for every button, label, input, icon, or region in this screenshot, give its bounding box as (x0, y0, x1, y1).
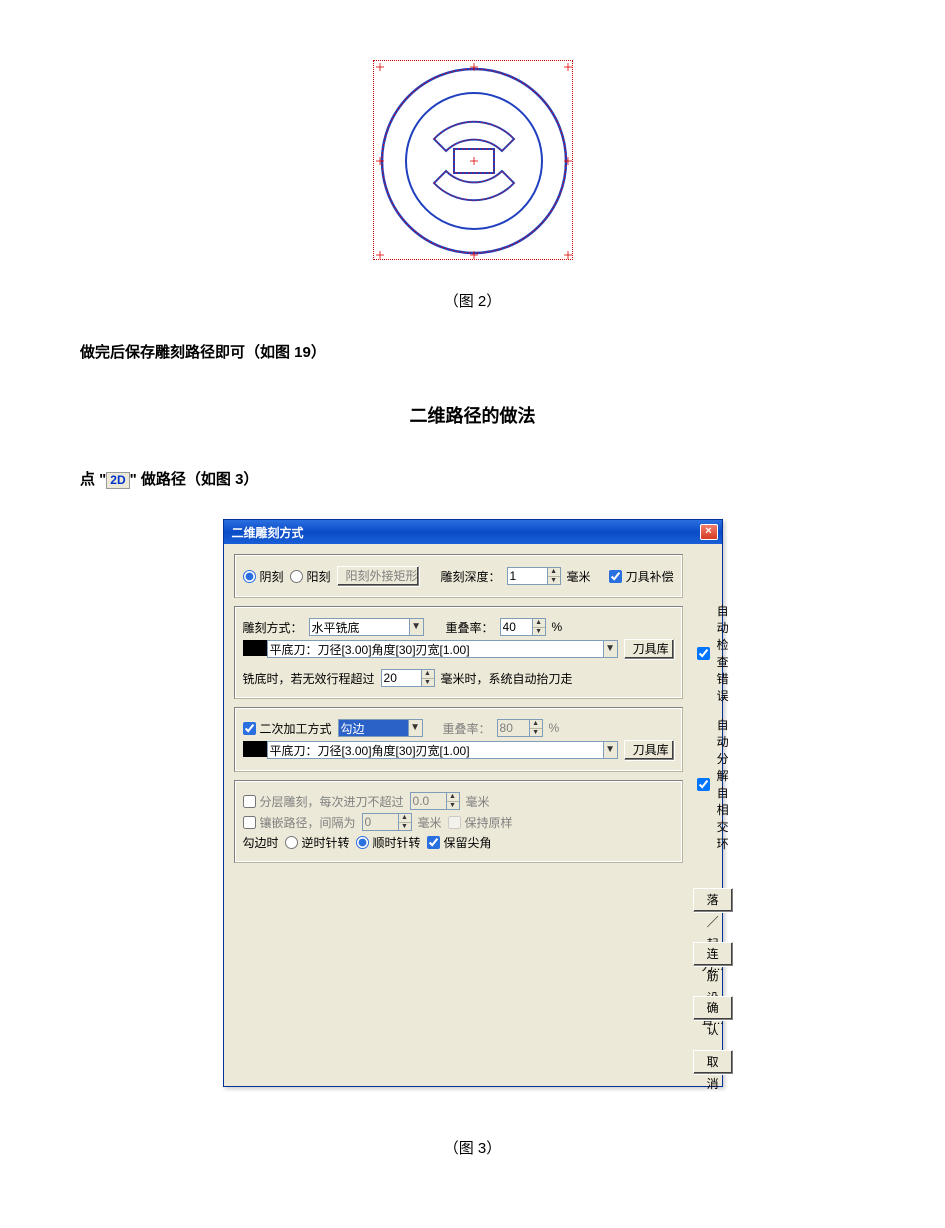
heading-2d-path: 二维路径的做法 (80, 402, 865, 428)
checkbox-layer-engrave[interactable]: 分层雕刻，每次进刀不超过 (243, 793, 404, 810)
checkbox-inlay-path[interactable]: 镶嵌路径，间隔为 (243, 814, 356, 831)
group-secondary: 二次加工方式 ▼ 重叠率： ▲▼ (234, 707, 683, 772)
chevron-down-icon[interactable]: ▼ (548, 577, 560, 585)
radio-ccw[interactable]: 逆时针转 (285, 834, 350, 851)
btn-drop-raise-tool[interactable]: 落／起刀... (693, 888, 733, 912)
btn-yangke-bounding-rect: 阳刻外接矩形 (337, 566, 419, 586)
group-options: 分层雕刻，每次进刀不超过 ▲▼ 毫米 镶嵌路径，间隔为 (234, 780, 683, 863)
chevron-down-icon[interactable]: ▼ (603, 640, 618, 658)
label-outline-direction: 勾边时 (243, 834, 279, 851)
group-carve-type: 阴刻 阳刻 阳刻外接矩形 雕刻深度： ▲▼ (234, 554, 683, 598)
input-layer-depth: ▲▼ (410, 792, 460, 810)
chevron-down-icon: ▼ (530, 729, 542, 737)
text-suffix: " 做路径（如图 3） (130, 471, 259, 488)
chevron-down-icon[interactable]: ▼ (422, 679, 434, 687)
label-engrave-depth: 雕刻深度： (441, 568, 501, 585)
chevron-down-icon: ▼ (447, 802, 459, 810)
select-engrave-method[interactable]: ▼ (309, 618, 424, 636)
btn-ok[interactable]: 确认 (693, 996, 733, 1020)
label-overlap-secondary: 重叠率： (443, 720, 491, 737)
paragraph-save-path: 做完后保存雕刻路径即可（如图 19） (80, 341, 865, 362)
label-milling-mid: 毫米时，系统自动抬刀走 (441, 670, 573, 687)
select-tool-secondary[interactable]: ▼ (243, 741, 618, 759)
btn-lianjin-settings[interactable]: 连筋设置... (693, 942, 733, 966)
2d-engraving-dialog: 二维雕刻方式 × 阴刻 阳刻 阳刻外接矩形 (223, 519, 723, 1087)
chevron-up-icon[interactable]: ▲ (548, 568, 560, 577)
checkbox-tool-compensation[interactable]: 刀具补偿 (609, 568, 674, 585)
input-overlap-secondary: ▲▼ (497, 719, 543, 737)
input-overlap-rate[interactable]: ▲▼ (500, 618, 546, 636)
checkbox-keep-corner[interactable]: 保留尖角 (427, 834, 492, 851)
close-icon[interactable]: × (700, 524, 718, 540)
figure-2-caption: （图 2） (80, 290, 865, 311)
chevron-up-icon: ▲ (447, 793, 459, 802)
checkbox-auto-check-errors[interactable]: 自动检查错误 (693, 602, 733, 704)
btn-tool-library-primary[interactable]: 刀具库 (624, 639, 674, 659)
tool-swatch-icon (243, 640, 267, 656)
radio-cw[interactable]: 顺时针转 (356, 834, 421, 851)
label-milling-prefix: 铣底时，若无效行程超过 (243, 670, 375, 687)
chevron-down-icon[interactable]: ▼ (533, 628, 545, 636)
percent-label: % (552, 620, 563, 634)
group-engrave-method: 雕刻方式： ▼ 重叠率： ▲▼ % (234, 606, 683, 699)
unit-mm: 毫米 (567, 568, 591, 585)
btn-cancel[interactable]: 取消 (693, 1050, 733, 1074)
chevron-up-icon: ▲ (530, 720, 542, 729)
figure-2-image (80, 60, 865, 260)
label-overlap-rate: 重叠率： (446, 619, 494, 636)
checkbox-secondary-method[interactable]: 二次加工方式 (243, 720, 332, 737)
dialog-titlebar[interactable]: 二维雕刻方式 × (224, 520, 722, 544)
select-tool-primary[interactable]: ▼ (243, 640, 618, 658)
chevron-down-icon[interactable]: ▼ (408, 719, 423, 737)
chevron-down-icon[interactable]: ▼ (409, 618, 424, 636)
tool-swatch-icon (243, 741, 267, 757)
unit-mm-inlay: 毫米 (418, 814, 442, 831)
label-engrave-method: 雕刻方式： (243, 619, 303, 636)
chevron-up-icon[interactable]: ▲ (422, 670, 434, 679)
btn-tool-library-secondary[interactable]: 刀具库 (624, 740, 674, 760)
text-prefix: 点 " (80, 471, 106, 488)
figure-3-caption: （图 3） (80, 1137, 865, 1158)
percent-label-secondary: % (549, 721, 560, 735)
chevron-up-icon: ▲ (399, 814, 411, 823)
paragraph-click-2d: 点 "2D" 做路径（如图 3） (80, 468, 865, 489)
2d-icon: 2D (106, 472, 129, 489)
chevron-down-icon[interactable]: ▼ (603, 741, 618, 759)
radio-yinke[interactable]: 阴刻 (243, 568, 284, 585)
select-secondary-method[interactable]: ▼ (338, 719, 423, 737)
input-inlay-gap: ▲▼ (362, 813, 412, 831)
chevron-down-icon: ▼ (399, 823, 411, 831)
radio-yangke[interactable]: 阳刻 (290, 568, 331, 585)
dialog-title: 二维雕刻方式 (232, 524, 304, 541)
chevron-up-icon[interactable]: ▲ (533, 619, 545, 628)
input-engrave-depth[interactable]: ▲▼ (507, 567, 561, 585)
input-invalid-stroke[interactable]: ▲▼ (381, 669, 435, 687)
unit-mm-layer: 毫米 (466, 793, 490, 810)
checkbox-keep-original: 保持原样 (448, 814, 513, 831)
checkbox-auto-split-selfintersect[interactable]: 自动分解自相交环 (693, 716, 733, 852)
